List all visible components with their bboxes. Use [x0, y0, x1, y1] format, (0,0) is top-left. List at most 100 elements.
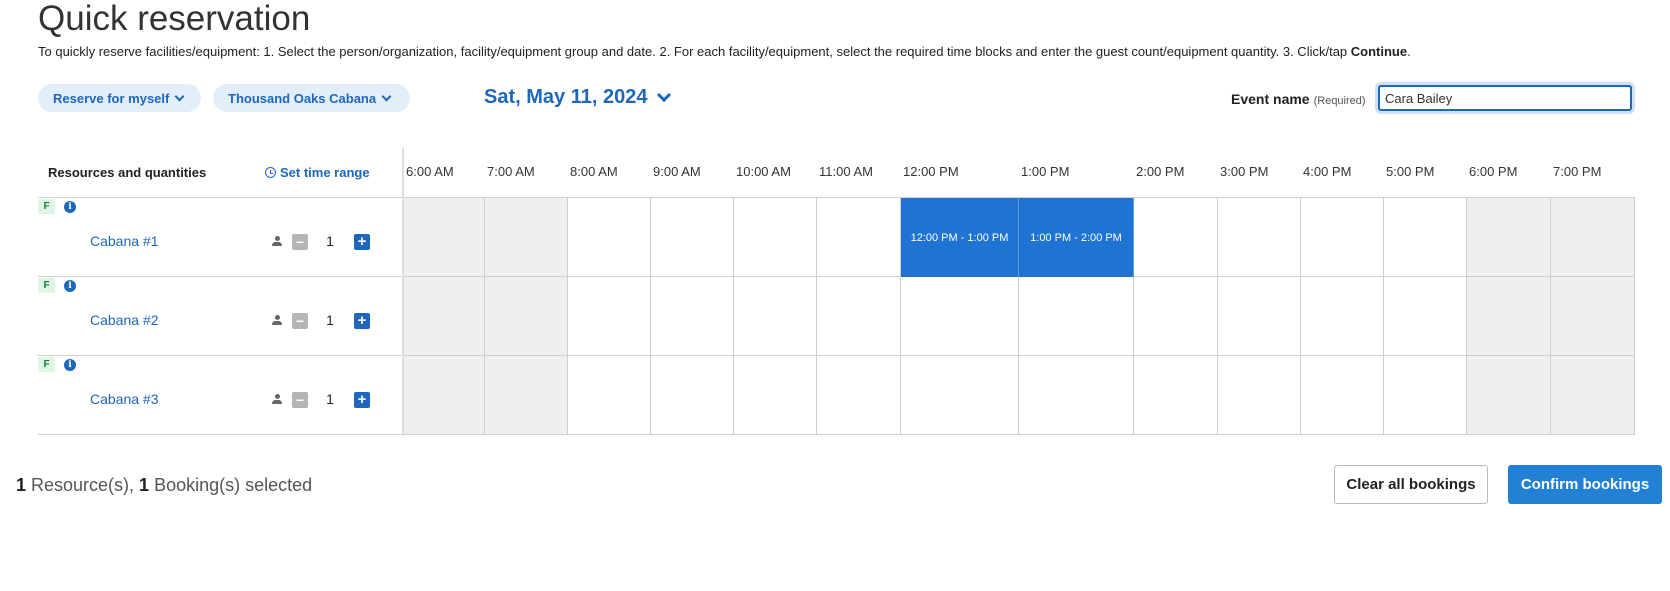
time-slot-cell[interactable] [1019, 356, 1134, 435]
info-icon[interactable]: i [64, 201, 76, 213]
time-header: 7:00 PM [1553, 164, 1602, 179]
required-hint: (Required) [1313, 95, 1366, 107]
time-header: 7:00 AM [487, 164, 535, 179]
increase-quantity-button[interactable]: + [354, 392, 370, 408]
increase-quantity-button[interactable]: + [354, 313, 370, 329]
time-slot-cell [485, 277, 568, 356]
time-header: 3:00 PM [1220, 164, 1269, 179]
grid-column-divider [402, 148, 404, 436]
resource-row: Fi Cabana #1 − 1 + [38, 198, 403, 277]
time-header: 4:00 PM [1303, 164, 1352, 179]
chevron-down-icon [381, 91, 392, 101]
facility-type-badge: F [38, 199, 55, 214]
time-slot-cell[interactable] [1301, 277, 1384, 356]
time-slot-cell[interactable] [651, 277, 734, 356]
time-slot-cell [404, 198, 485, 277]
set-time-range-link[interactable]: Set time range [265, 165, 370, 180]
facility-type-badge: F [38, 278, 55, 293]
facility-type-badge: F [38, 357, 55, 372]
resource-row: Fi Cabana #3 − 1 + [38, 356, 403, 435]
time-slot-cell[interactable] [1384, 356, 1467, 435]
time-slot-cell [1467, 198, 1551, 277]
time-slot-cell[interactable] [734, 356, 817, 435]
resource-row: Fi Cabana #2 − 1 + [38, 277, 403, 356]
clear-all-bookings-button[interactable]: Clear all bookings [1334, 465, 1488, 504]
time-header: 12:00 PM [903, 164, 959, 179]
increase-quantity-button[interactable]: + [354, 234, 370, 250]
confirm-bookings-button[interactable]: Confirm bookings [1508, 465, 1662, 504]
time-header: 1:00 PM [1021, 164, 1070, 179]
time-slot-cell[interactable] [901, 277, 1019, 356]
time-slot-cell[interactable] [817, 198, 901, 277]
time-slot-cell[interactable] [734, 198, 817, 277]
time-slot-cell[interactable] [1134, 277, 1218, 356]
time-slot-cell[interactable] [651, 198, 734, 277]
time-slot-cell [1467, 277, 1551, 356]
resource-name-link[interactable]: Cabana #2 [90, 312, 159, 328]
chevron-down-icon [174, 91, 185, 101]
decrease-quantity-button[interactable]: − [292, 392, 308, 408]
date-label: Sat, May 11, 2024 [484, 86, 648, 108]
time-slot-cell[interactable] [1218, 356, 1301, 435]
time-slot-cell [1551, 277, 1635, 356]
time-slot-cell [485, 356, 568, 435]
selection-summary: 1 Resource(s), 1 Booking(s) selected [16, 475, 313, 495]
time-header: 5:00 PM [1386, 164, 1435, 179]
time-header: 6:00 PM [1469, 164, 1518, 179]
person-icon [272, 315, 282, 326]
time-slot-cell[interactable] [817, 356, 901, 435]
person-icon [272, 394, 282, 405]
facility-group-label: Thousand Oaks Cabana [228, 90, 377, 106]
facility-group-dropdown[interactable]: Thousand Oaks Cabana [213, 84, 410, 112]
time-slot-cell[interactable] [1384, 198, 1467, 277]
page-title: Quick reservation [38, 0, 311, 38]
resource-name-link[interactable]: Cabana #3 [90, 391, 159, 407]
reserve-for-dropdown[interactable]: Reserve for myself [38, 84, 201, 112]
time-slot-cell[interactable] [1301, 356, 1384, 435]
time-slot-cell[interactable] [568, 356, 651, 435]
instructions-continue: Continue [1350, 44, 1408, 59]
grid-left-header: Resources and quantities Set time range [38, 148, 403, 198]
time-slot-cell [404, 277, 485, 356]
booking-block[interactable]: 1:00 PM - 2:00 PM [1019, 198, 1134, 277]
time-slot-cell[interactable] [1384, 277, 1467, 356]
booking-block[interactable]: 12:00 PM - 1:00 PM [901, 198, 1019, 277]
event-name-label: Event name (Required) [1231, 91, 1366, 107]
time-slot-cell[interactable] [1019, 277, 1134, 356]
time-slot-cell[interactable] [734, 277, 817, 356]
time-slot-cell[interactable] [1218, 277, 1301, 356]
info-icon[interactable]: i [64, 280, 76, 292]
time-slot-cell [1551, 198, 1635, 277]
decrease-quantity-button[interactable]: − [292, 234, 308, 250]
time-slot-cell [1467, 356, 1551, 435]
time-slot-cell[interactable] [651, 356, 734, 435]
time-slot-cell [1551, 356, 1635, 435]
time-header: 2:00 PM [1136, 164, 1185, 179]
reservation-grid: Resources and quantities Set time range … [38, 148, 1635, 436]
time-slot-cell[interactable] [1134, 356, 1218, 435]
time-slot-cell[interactable] [568, 198, 651, 277]
instructions: To quickly reserve facilities/equipment:… [38, 44, 1411, 59]
time-header: 6:00 AM [406, 164, 454, 179]
time-slot-cell [485, 198, 568, 277]
time-slot-cell [404, 356, 485, 435]
quantity-value: 1 [326, 312, 334, 328]
time-header: 11:00 AM [819, 164, 873, 179]
booking-count: 1 [139, 475, 150, 495]
resource-name-link[interactable]: Cabana #1 [90, 233, 159, 249]
resources-heading: Resources and quantities [48, 165, 207, 180]
time-slot-cell[interactable] [568, 277, 651, 356]
info-icon[interactable]: i [64, 359, 76, 371]
event-name-input[interactable] [1378, 85, 1632, 111]
quantity-value: 1 [326, 391, 334, 407]
time-slot-cell[interactable] [1134, 198, 1218, 277]
chevron-down-icon [657, 87, 672, 102]
decrease-quantity-button[interactable]: − [292, 313, 308, 329]
time-slot-cell[interactable] [1218, 198, 1301, 277]
reserve-for-label: Reserve for myself [53, 90, 170, 106]
quantity-value: 1 [326, 233, 334, 249]
time-slot-cell[interactable] [817, 277, 901, 356]
time-slot-cell[interactable] [901, 356, 1019, 435]
date-picker[interactable]: Sat, May 11, 2024 [484, 86, 672, 109]
time-slot-cell[interactable] [1301, 198, 1384, 277]
